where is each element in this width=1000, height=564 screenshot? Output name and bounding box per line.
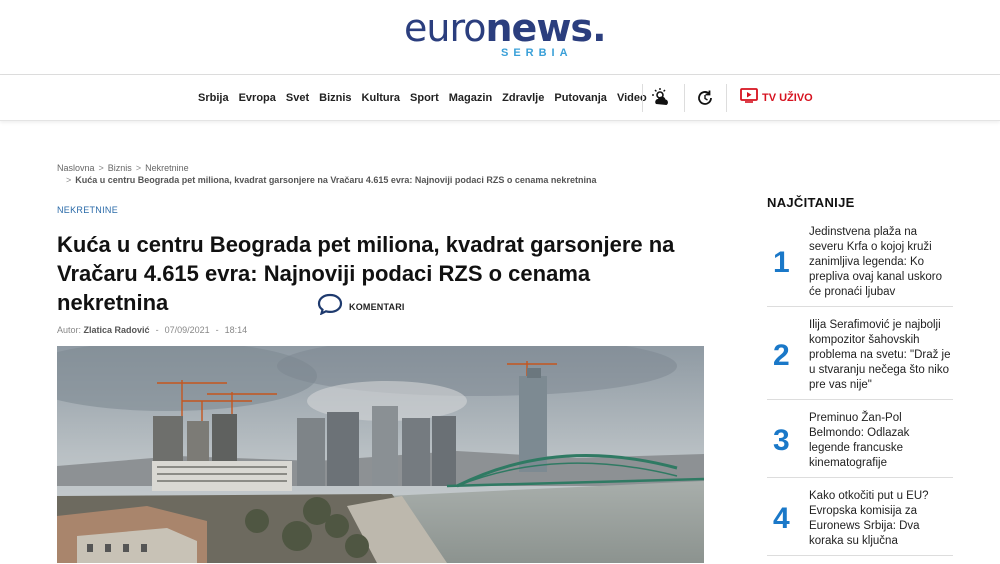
breadcrumb: Naslovna > Biznis > Nekretnine > Kuća u centr… (57, 162, 596, 186)
most-read-rank: 4 (773, 502, 790, 535)
most-read-headline[interactable]: Ilija Serafimović je najbolji kompozitor… (809, 318, 953, 393)
nav-item-magazin[interactable]: Magazin (449, 92, 492, 104)
logo-part-euro: euro (404, 6, 486, 50)
logo-subtitle: SERBIA (501, 47, 573, 59)
comment-icon (317, 293, 343, 320)
nav-item-putovanja[interactable]: Putovanja (554, 92, 607, 104)
article-category[interactable]: NEKRETNINE (57, 205, 118, 215)
breadcrumb-separator: > (135, 163, 142, 173)
breadcrumb-separator: > (66, 175, 72, 185)
meta-separator: - (155, 325, 159, 335)
most-read-rank: 3 (773, 424, 790, 457)
weather-icon[interactable] (651, 87, 673, 109)
refresh-icon[interactable] (694, 87, 716, 109)
most-read-item[interactable]: 1 Jedinstvena plaža na severu Krfa o koj… (767, 222, 953, 307)
nav-item-evropa[interactable]: Evropa (239, 92, 276, 104)
breadcrumb-current: Kuća u centru Beograda pet miliona, kvad… (75, 175, 597, 185)
tv-live-label: TV UŽIVO (762, 92, 813, 104)
euronews-logo[interactable]: euronews. SERBIA (404, 6, 614, 59)
most-read-headline[interactable]: Jedinstvena plaža na severu Krfa o kojoj… (809, 225, 953, 300)
most-read-headline[interactable]: Kako otkočiti put u EU? Evropska komisij… (809, 489, 953, 549)
nav-item-sport[interactable]: Sport (410, 92, 439, 104)
breadcrumb-separator: > (98, 163, 104, 173)
nav-item-kultura[interactable]: Kultura (362, 92, 401, 104)
article-date: 07/09/2021 (164, 325, 210, 335)
logo-wordmark: euronews. (404, 6, 607, 50)
most-read-rank: 1 (773, 245, 790, 279)
nav-divider (684, 84, 685, 112)
most-read-item[interactable]: 4 Kako otkočiti put u EU? Evropska komis… (767, 486, 953, 556)
most-read-item[interactable]: 3 Preminuo Žan-Pol Belmondo: Odlazak leg… (767, 408, 953, 478)
most-read-list: 1 Jedinstvena plaža na severu Krfa o koj… (767, 222, 953, 564)
breadcrumb-nekretnine[interactable]: Nekretnine (145, 163, 189, 173)
article-meta: Autor: Zlatica Radović -07/09/2021-18:14 (57, 325, 247, 335)
nav-item-svet[interactable]: Svet (286, 92, 309, 104)
author-name[interactable]: Zlatica Radović (84, 325, 150, 335)
nav-divider (642, 84, 643, 112)
comments-button[interactable]: KOMENTARI (317, 293, 405, 320)
most-read-item[interactable]: 2 Ilija Serafimović je najbolji kompozit… (767, 315, 953, 400)
nav-item-srbija[interactable]: Srbija (198, 92, 229, 104)
article-hero-image (57, 346, 704, 563)
article-time: 18:14 (224, 325, 248, 335)
logo-dot: . (592, 6, 606, 50)
nav-item-biznis[interactable]: Biznis (319, 92, 351, 104)
nav-items: Srbija Evropa Svet Biznis Kultura Sport … (198, 75, 657, 121)
tv-icon (740, 88, 758, 108)
breadcrumb-biznis[interactable]: Biznis (108, 163, 132, 173)
most-read-title: NAJČITANIJE (767, 195, 855, 210)
most-read-rank: 2 (773, 338, 790, 372)
author-prefix: Autor: (57, 325, 82, 335)
belgrade-waterfront-photo (57, 346, 704, 563)
main-nav: Srbija Evropa Svet Biznis Kultura Sport … (0, 75, 1000, 121)
nav-divider (726, 84, 727, 112)
site-header: euronews. SERBIA (0, 0, 1000, 75)
logo-part-news: news (485, 6, 594, 50)
most-read-headline[interactable]: Preminuo Žan-Pol Belmondo: Odlazak legen… (809, 411, 953, 471)
tv-live-button[interactable]: TV UŽIVO (740, 75, 813, 121)
comments-label: KOMENTARI (349, 301, 405, 312)
nav-item-zdravlje[interactable]: Zdravlje (502, 92, 544, 104)
meta-separator: - (215, 325, 219, 335)
breadcrumb-home[interactable]: Naslovna (57, 163, 95, 173)
